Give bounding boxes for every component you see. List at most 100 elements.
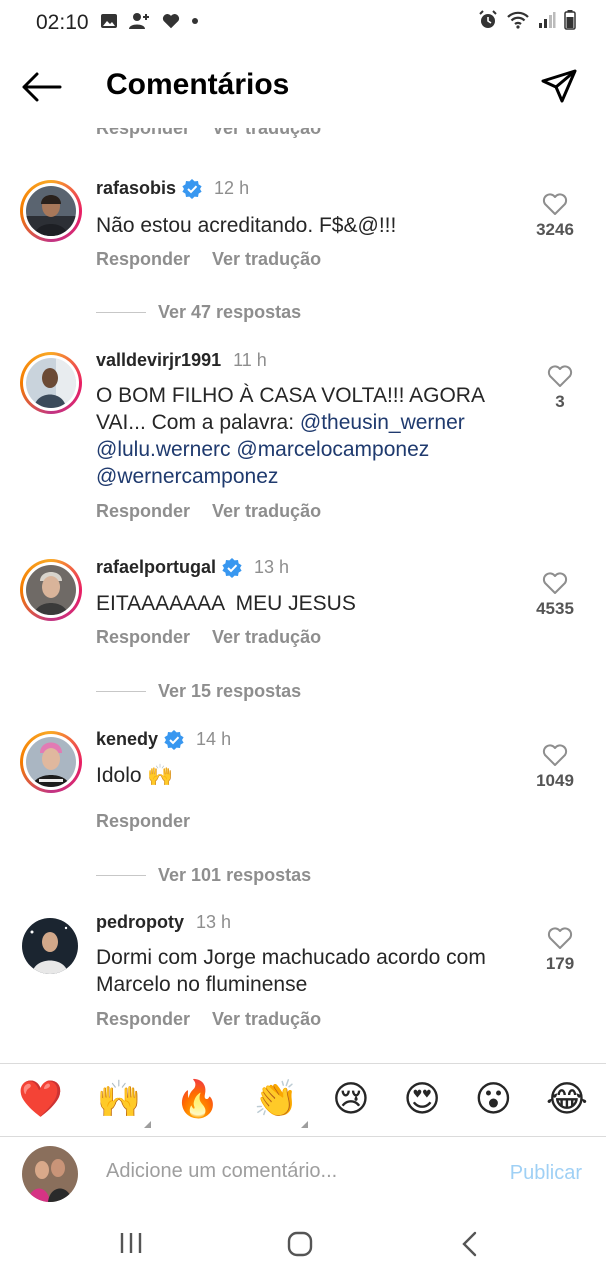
- heart-notification-icon: [162, 14, 180, 29]
- comment-time: 14 h: [196, 729, 232, 749]
- like-group: 3246: [525, 192, 585, 240]
- view-replies-label: Ver 47 respostas: [158, 302, 302, 322]
- system-nav-bar: [0, 1212, 606, 1280]
- recent-apps-icon[interactable]: [118, 1230, 144, 1256]
- my-avatar: [22, 1146, 78, 1202]
- view-replies-button[interactable]: Ver 101 respostas: [96, 865, 311, 886]
- comment-composer: Publicar: [0, 1138, 606, 1210]
- comment-time: 13 h: [196, 912, 232, 932]
- avatar[interactable]: [20, 731, 82, 793]
- avatar-image: [26, 358, 76, 408]
- avatar[interactable]: [20, 559, 82, 621]
- avatar-image: [26, 737, 76, 787]
- emoji-clapping[interactable]: 👏: [253, 1079, 309, 1128]
- heart-outline-icon[interactable]: [547, 926, 573, 950]
- emoji-clapping-glyph: 👏: [253, 1079, 299, 1120]
- emoji-fire[interactable]: 🔥: [175, 1080, 220, 1120]
- comment-actions: Responder Ver tradução: [96, 1009, 343, 1030]
- translate-button[interactable]: Ver tradução: [212, 249, 321, 269]
- comment-text: O BOM FILHO À CASA VOLTA!!! AGORA VAI...…: [96, 382, 506, 490]
- reply-button[interactable]: Responder: [96, 1009, 190, 1029]
- comment-username[interactable]: pedropoty: [96, 912, 184, 933]
- comment-input[interactable]: [106, 1160, 486, 1183]
- home-icon[interactable]: [286, 1230, 314, 1258]
- emoji-raised-hands[interactable]: 🙌: [96, 1079, 152, 1128]
- comment-time: 13 h: [254, 557, 290, 577]
- comment-text: Dormi com Jorge machucado acordo com Mar…: [96, 946, 486, 996]
- comment-username[interactable]: rafasobis: [96, 178, 176, 199]
- like-count: 1049: [536, 771, 574, 790]
- heart-outline-icon[interactable]: [542, 571, 568, 595]
- comment-actions: Responder Ver tradução: [96, 249, 343, 270]
- verified-badge-icon: [164, 729, 184, 750]
- translate-button[interactable]: Ver tradução: [212, 1009, 321, 1029]
- avatar[interactable]: [20, 180, 82, 242]
- verified-badge-icon: [182, 178, 202, 199]
- alarm-icon: [479, 10, 497, 28]
- emoji-heart-eyes[interactable]: 😍: [403, 1080, 441, 1120]
- comment-actions: Responder Ver tradução: [96, 501, 343, 522]
- comment-text: EITAAAAAAA MEU JESUS: [96, 592, 356, 615]
- dot-icon: [192, 18, 199, 25]
- wifi-icon: [507, 11, 529, 29]
- mention-link[interactable]: @wernercamponez: [96, 465, 278, 488]
- reply-button[interactable]: Responder: [96, 501, 190, 521]
- translate-button[interactable]: Ver tradução: [212, 627, 321, 647]
- mention-link[interactable]: @lulu.wernerc: [96, 438, 231, 461]
- view-replies-label: Ver 15 respostas: [158, 681, 302, 701]
- like-group: 3: [530, 364, 590, 412]
- like-group: 179: [530, 926, 590, 974]
- status-time: 02:10: [36, 11, 89, 34]
- verified-badge-icon: [222, 557, 242, 578]
- emoji-surprised[interactable]: 😮: [475, 1080, 513, 1120]
- comment-text: Não estou acreditando. F$&@!!!: [96, 214, 397, 237]
- mention-link[interactable]: @theusin_werner: [300, 411, 465, 434]
- comment-username[interactable]: rafaelportugal: [96, 557, 216, 578]
- avatar-image: [26, 565, 76, 615]
- avatar[interactable]: [22, 918, 78, 974]
- heart-outline-icon[interactable]: [542, 192, 568, 216]
- publish-button[interactable]: Publicar: [510, 1162, 582, 1185]
- reply-button[interactable]: Responder: [96, 627, 190, 647]
- emoji-heart[interactable]: ❤️: [18, 1080, 63, 1120]
- avatar-image: [26, 186, 76, 236]
- send-direct-icon[interactable]: [540, 68, 578, 106]
- like-count: 3: [555, 392, 565, 411]
- reply-button[interactable]: Responder: [96, 249, 190, 269]
- header: Comentários: [0, 46, 606, 128]
- comment-time: 11 h: [233, 350, 267, 370]
- emoji-crying[interactable]: 😢: [332, 1080, 370, 1120]
- comment-time: 12 h: [214, 178, 250, 198]
- mention-link[interactable]: @marcelocamponez: [236, 438, 429, 461]
- notification-icons: [100, 10, 199, 31]
- like-count: 4535: [536, 599, 574, 618]
- emoji-raised-hands-glyph: 🙌: [96, 1079, 142, 1120]
- avatar[interactable]: [20, 352, 82, 414]
- view-replies-button[interactable]: Ver 15 respostas: [96, 681, 301, 702]
- back-nav-icon[interactable]: [458, 1230, 482, 1258]
- comment-text: Idolo 🙌: [96, 764, 174, 787]
- comment-username[interactable]: kenedy: [96, 729, 158, 750]
- like-count: 179: [545, 954, 575, 973]
- comment-actions: Responder Ver tradução: [96, 627, 343, 648]
- system-icons: [478, 10, 576, 30]
- page-title: Comentários: [106, 68, 290, 101]
- comment-actions: Responder: [96, 811, 212, 832]
- comment-username[interactable]: valldevirjr1991: [96, 350, 221, 371]
- view-replies-button[interactable]: Ver 47 respostas: [96, 302, 301, 323]
- emoji-quick-bar: ❤️ 🙌 🔥 👏 😢 😍 😮 😂: [0, 1063, 606, 1137]
- view-replies-label: Ver 101 respostas: [158, 865, 312, 885]
- signal-icon: [539, 12, 556, 28]
- back-arrow-icon[interactable]: [20, 70, 62, 104]
- like-group: 4535: [525, 571, 585, 619]
- battery-icon: [564, 10, 576, 30]
- like-group: 1049: [525, 743, 585, 791]
- gallery-icon: [101, 14, 117, 29]
- heart-outline-icon[interactable]: [547, 364, 573, 388]
- reply-button[interactable]: Responder: [96, 811, 190, 831]
- status-bar: 02:10: [0, 0, 606, 46]
- add-person-icon: [129, 13, 150, 30]
- translate-button[interactable]: Ver tradução: [212, 501, 321, 521]
- heart-outline-icon[interactable]: [542, 743, 568, 767]
- emoji-laughing[interactable]: 😂: [546, 1080, 588, 1120]
